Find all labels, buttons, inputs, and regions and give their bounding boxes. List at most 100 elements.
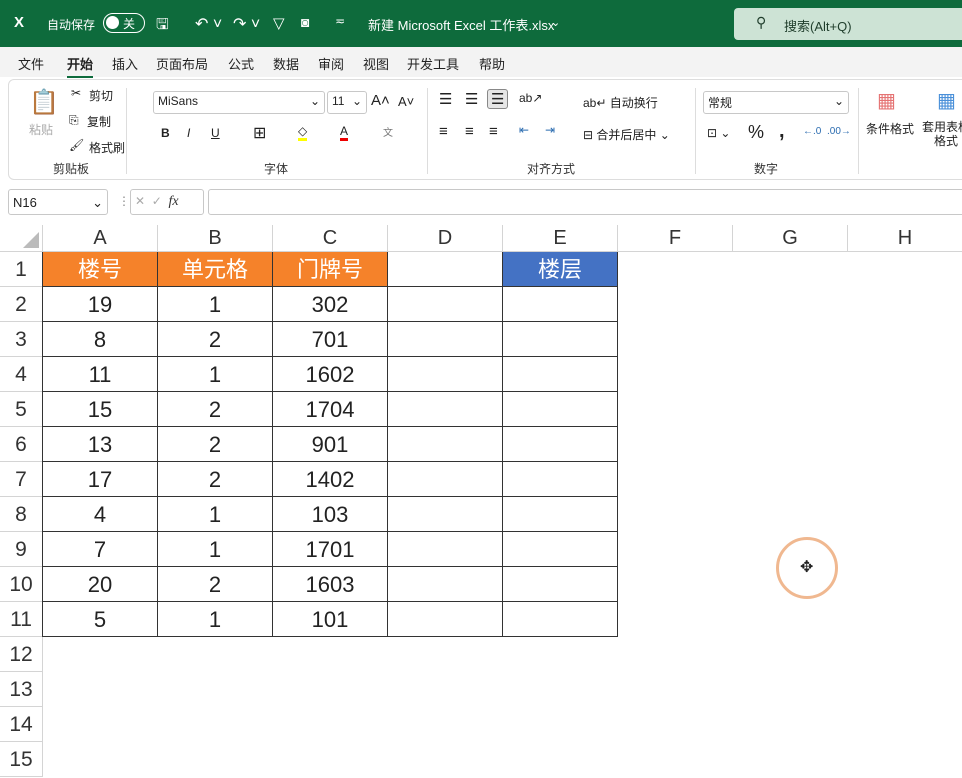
column-header-D[interactable]: D xyxy=(388,225,503,252)
row-header-7[interactable]: 7 xyxy=(0,462,43,497)
align-right-icon[interactable]: ≡ xyxy=(489,123,498,140)
align-left-icon[interactable]: ≡ xyxy=(439,123,448,140)
undo-icon[interactable]: ↶ ˅ xyxy=(195,14,222,34)
table-cell[interactable]: 2 xyxy=(158,427,273,462)
row-header-9[interactable]: 9 xyxy=(0,532,43,567)
tab-home[interactable]: 开始 xyxy=(67,54,94,78)
redo-icon[interactable]: ↷ ˅ xyxy=(233,14,260,34)
save-icon[interactable]: 🖫 xyxy=(156,14,169,39)
comma-icon[interactable]: , xyxy=(779,120,785,143)
column-header-E[interactable]: E xyxy=(503,225,618,252)
table-cell[interactable] xyxy=(388,392,503,427)
table-cell[interactable]: 11 xyxy=(43,357,158,392)
table-cell[interactable] xyxy=(388,497,503,532)
table-cell[interactable]: 1 xyxy=(158,497,273,532)
tab-formulas[interactable]: 公式 xyxy=(228,54,254,73)
file-name[interactable]: 新建 Microsoft Excel 工作表.xlsx xyxy=(368,15,554,34)
search-box[interactable]: ⚲ 搜索(Alt+Q) xyxy=(734,8,962,40)
column-header-G[interactable]: G xyxy=(733,225,848,252)
format-painter-icon[interactable]: 🖌 xyxy=(69,138,84,152)
tab-page-layout[interactable]: 页面布局 xyxy=(156,54,208,73)
tab-developer[interactable]: 开发工具 xyxy=(407,54,459,73)
format-as-table-button[interactable]: 套用表格格式 xyxy=(921,120,962,148)
format-painter-button[interactable]: 格式刷 xyxy=(89,139,125,156)
customize-qat-icon[interactable]: ≂ xyxy=(335,14,345,28)
table-cell[interactable]: 1 xyxy=(158,357,273,392)
bold-button[interactable]: B xyxy=(161,126,170,140)
table-cell[interactable]: 20 xyxy=(43,567,158,602)
increase-indent-icon[interactable]: ⇥ xyxy=(545,123,555,137)
number-format-select[interactable]: 常规 ⌄ xyxy=(703,91,849,114)
row-header-11[interactable]: 11 xyxy=(0,602,43,637)
paste-button[interactable]: 粘贴 xyxy=(29,121,53,138)
column-header-C[interactable]: C xyxy=(273,225,388,252)
font-color-icon[interactable]: A xyxy=(340,124,349,141)
table-cell[interactable] xyxy=(503,287,618,322)
conditional-format-icon[interactable]: ▦ xyxy=(877,88,896,113)
table-cell[interactable]: 1 xyxy=(158,602,273,637)
table-cell[interactable]: 1402 xyxy=(273,462,388,497)
table-cell[interactable] xyxy=(503,427,618,462)
table-cell[interactable]: 2 xyxy=(158,392,273,427)
table-cell[interactable]: 13 xyxy=(43,427,158,462)
align-bottom-icon[interactable]: ☰ xyxy=(487,89,509,109)
table-cell[interactable]: 17 xyxy=(43,462,158,497)
header-cell-E[interactable]: 楼层 xyxy=(503,252,618,287)
table-cell[interactable] xyxy=(388,322,503,357)
decrease-indent-icon[interactable]: ⇤ xyxy=(519,123,529,137)
table-cell[interactable]: 1 xyxy=(158,532,273,567)
copy-icon[interactable]: ⎘ xyxy=(69,113,79,128)
row-header-5[interactable]: 5 xyxy=(0,392,43,427)
table-cell[interactable] xyxy=(388,357,503,392)
cancel-icon[interactable]: ✕ xyxy=(135,194,145,208)
table-cell[interactable] xyxy=(388,532,503,567)
insert-function-button[interactable]: fx xyxy=(168,194,178,209)
increase-decimal-icon[interactable]: ←.0 xyxy=(803,126,821,137)
header-cell-A[interactable]: 楼号 xyxy=(43,252,158,287)
shrink-font-icon[interactable]: A˅ xyxy=(398,94,414,109)
decrease-decimal-icon[interactable]: .00→ xyxy=(827,126,851,137)
table-cell[interactable] xyxy=(388,462,503,497)
cut-icon[interactable]: ✂ xyxy=(71,86,81,100)
table-cell[interactable] xyxy=(503,532,618,567)
tab-help[interactable]: 帮助 xyxy=(479,54,505,73)
column-header-A[interactable]: A xyxy=(43,225,158,252)
tab-review[interactable]: 审阅 xyxy=(318,54,344,73)
tab-view[interactable]: 视图 xyxy=(363,54,389,73)
table-cell[interactable]: 2 xyxy=(158,322,273,357)
filename-chevron-icon[interactable]: ⌄ xyxy=(551,16,560,29)
column-header-F[interactable]: F xyxy=(618,225,733,252)
table-cell[interactable]: 1704 xyxy=(273,392,388,427)
row-header-14[interactable]: 14 xyxy=(0,707,43,742)
table-cell[interactable]: 103 xyxy=(273,497,388,532)
align-center-icon[interactable]: ≡ xyxy=(465,123,474,140)
row-header-3[interactable]: 3 xyxy=(0,322,43,357)
autosave-toggle[interactable]: 关 xyxy=(103,13,145,33)
cut-button[interactable]: 剪切 xyxy=(89,87,113,104)
row-header-6[interactable]: 6 xyxy=(0,427,43,462)
table-cell[interactable]: 7 xyxy=(43,532,158,567)
grow-font-icon[interactable]: A˄ xyxy=(371,92,390,109)
align-middle-icon[interactable]: ☰ xyxy=(465,90,478,108)
table-cell[interactable]: 2 xyxy=(158,462,273,497)
filter-icon[interactable]: ▽ xyxy=(273,14,285,32)
font-size-select[interactable]: 11 ⌄ xyxy=(327,91,367,114)
font-name-select[interactable]: MiSans ⌄ xyxy=(153,91,325,114)
table-cell[interactable]: 15 xyxy=(43,392,158,427)
phonetic-icon[interactable]: 文 xyxy=(383,124,393,139)
table-cell[interactable]: 4 xyxy=(43,497,158,532)
column-header-H[interactable]: H xyxy=(848,225,962,252)
table-cell[interactable]: 1603 xyxy=(273,567,388,602)
row-header-10[interactable]: 10 xyxy=(0,567,43,602)
row-header-12[interactable]: 12 xyxy=(0,637,43,672)
table-cell[interactable]: 901 xyxy=(273,427,388,462)
accounting-format-icon[interactable]: ⊡ ⌄ xyxy=(707,126,730,140)
row-header-4[interactable]: 4 xyxy=(0,357,43,392)
underline-button[interactable]: U xyxy=(211,126,220,140)
borders-icon[interactable]: ⊞ xyxy=(253,123,266,143)
row-header-13[interactable]: 13 xyxy=(0,672,43,707)
tab-data[interactable]: 数据 xyxy=(273,54,299,73)
table-cell[interactable] xyxy=(388,427,503,462)
paste-icon[interactable]: 📋 xyxy=(29,88,59,117)
table-cell[interactable]: 1 xyxy=(158,287,273,322)
